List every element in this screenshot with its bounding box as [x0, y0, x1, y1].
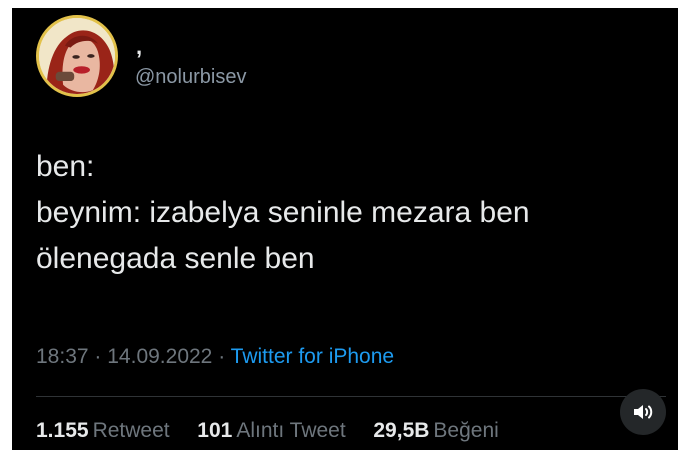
retweets-count: 1.155 [36, 419, 89, 442]
tweet-meta: 18:37 · 14.09.2022 · Twitter for iPhone [36, 344, 394, 370]
retweets-stat[interactable]: 1.155 Retweet [36, 419, 175, 442]
sound-button[interactable] [620, 389, 666, 435]
divider [36, 396, 666, 397]
tweet-stats: 1.155 Retweet 101 Alıntı Tweet 29,5B Beğeni [36, 418, 499, 444]
tweet-time[interactable]: 18:37 [36, 345, 89, 368]
likes-count: 29,5B [373, 419, 430, 442]
likes-label: Beğeni [433, 419, 499, 442]
user-handle[interactable]: @nolurbisev [135, 65, 246, 89]
retweets-label: Retweet [92, 419, 170, 442]
meta-separator: · [94, 345, 102, 368]
meta-separator: · [218, 345, 226, 368]
tweet-text-line: beynim: izabelya seninle mezara ben [36, 196, 530, 229]
quotes-stat[interactable]: 101 Alıntı Tweet [197, 419, 351, 442]
tweet-card: , @nolurbisev ben: beynim: izabelya seni… [12, 8, 678, 450]
speaker-icon [634, 405, 653, 419]
avatar-image [39, 18, 115, 94]
quotes-label: Alıntı Tweet [236, 419, 346, 442]
tweet-source-link[interactable]: Twitter for iPhone [231, 345, 394, 368]
tweet-text-line: ölenegada senle ben [36, 242, 315, 275]
tweet-text-line: ben: [36, 150, 95, 183]
avatar[interactable] [36, 15, 118, 97]
tweet-date[interactable]: 14.09.2022 [107, 345, 212, 368]
likes-stat[interactable]: 29,5B Beğeni [373, 419, 498, 442]
quotes-count: 101 [197, 419, 233, 442]
tweet-text: ben: beynim: izabelya seninle mezara ben… [36, 144, 666, 282]
display-name[interactable]: , [136, 36, 142, 58]
